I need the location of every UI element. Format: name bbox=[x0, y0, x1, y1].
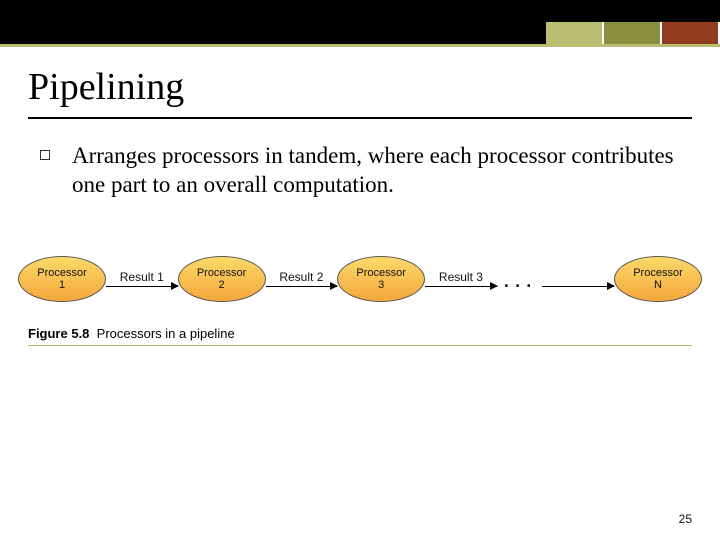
arrow-line bbox=[266, 286, 338, 287]
arrow-1: Result 1 bbox=[106, 270, 178, 287]
arrow-line bbox=[542, 286, 614, 287]
header-bar bbox=[0, 0, 720, 44]
processor-number: N bbox=[654, 279, 662, 291]
arrow-line bbox=[425, 286, 497, 287]
header-accent-row bbox=[546, 22, 720, 44]
slide-title: Pipelining bbox=[28, 65, 692, 109]
arrow-final bbox=[542, 270, 614, 287]
processor-node-3: Processor 3 bbox=[337, 256, 425, 302]
accent-block-3 bbox=[662, 22, 720, 44]
processor-label: Processor bbox=[37, 267, 87, 279]
processor-number: 3 bbox=[378, 279, 384, 291]
arrow-label-3: Result 3 bbox=[439, 270, 483, 284]
accent-block-2 bbox=[604, 22, 662, 44]
arrow-label-1: Result 1 bbox=[120, 270, 164, 284]
processor-label: Processor bbox=[356, 267, 406, 279]
arrow-label-blank bbox=[577, 270, 580, 284]
ellipsis: ... bbox=[497, 263, 543, 294]
processor-node-2: Processor 2 bbox=[178, 256, 266, 302]
pipeline-diagram: Processor 1 Result 1 Processor 2 Result … bbox=[18, 256, 702, 302]
page-number: 25 bbox=[679, 512, 692, 526]
processor-node-1: Processor 1 bbox=[18, 256, 106, 302]
processor-number: 1 bbox=[59, 279, 65, 291]
processor-label: Processor bbox=[633, 267, 683, 279]
arrow-label-2: Result 2 bbox=[279, 270, 323, 284]
bullet-icon bbox=[40, 150, 50, 160]
processor-node-n: Processor N bbox=[614, 256, 702, 302]
figure-caption: Figure 5.8 Processors in a pipeline bbox=[28, 326, 692, 346]
bullet-text: Arranges processors in tandem, where eac… bbox=[72, 141, 676, 200]
caption-text: Processors in a pipeline bbox=[97, 326, 235, 341]
processor-number: 2 bbox=[219, 279, 225, 291]
arrow-3: Result 3 bbox=[425, 270, 497, 287]
arrow-line bbox=[106, 286, 178, 287]
processor-label: Processor bbox=[197, 267, 247, 279]
accent-block-1 bbox=[546, 22, 604, 44]
caption-prefix: Figure 5.8 bbox=[28, 326, 89, 341]
arrow-2: Result 2 bbox=[266, 270, 338, 287]
